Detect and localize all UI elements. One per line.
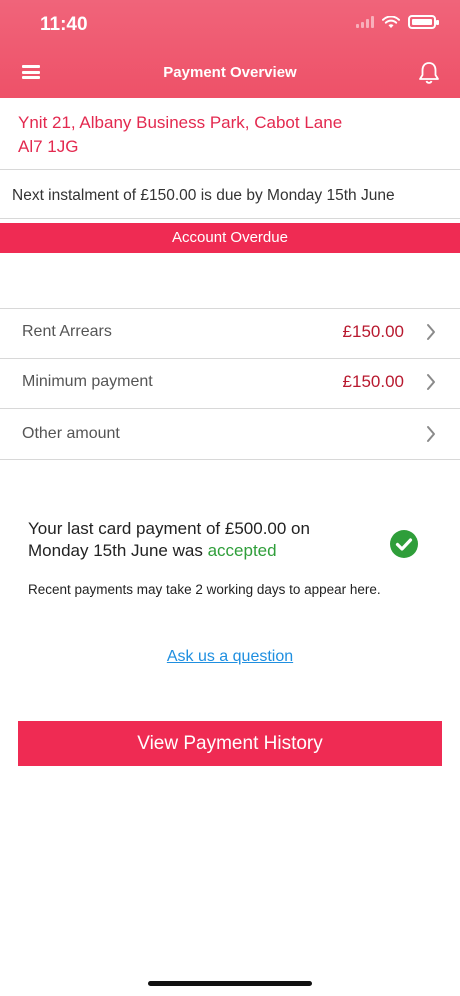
home-indicator[interactable] [148,981,312,986]
option-amount: £150.00 [342,372,404,391]
divider [0,218,460,219]
status-time: 11:40 [40,14,88,35]
signal-icon [356,16,374,28]
option-label: Other amount [22,425,120,442]
account-overdue-banner: Account Overdue [0,223,460,253]
bell-icon[interactable] [418,61,440,85]
divider [0,169,460,170]
ask-question-link[interactable]: Ask us a question [0,648,460,666]
address-line-2: Al7 1JG [18,137,79,156]
next-instalment-text: Next instalment of £150.00 is due by Mon… [12,187,395,204]
page-title: Payment Overview [163,64,297,81]
option-rent-arrears[interactable]: Rent Arrears £150.00 [0,308,460,358]
option-other-amount[interactable]: Other amount [0,408,460,459]
view-payment-history-button[interactable]: View Payment History [18,721,442,766]
chevron-right-icon [427,374,435,390]
option-amount: £150.00 [342,322,404,341]
option-label: Rent Arrears [22,323,112,340]
app-header: 11:40 Payment Overview [0,0,460,98]
last-payment-message: Your last card payment of £500.00 on Mon… [28,518,358,562]
payment-status: accepted [207,541,277,560]
status-icons [356,15,439,29]
wifi-icon [382,15,400,28]
option-label: Minimum payment [22,373,153,390]
chevron-right-icon [427,426,435,442]
battery-icon [408,15,439,29]
payment-delay-note: Recent payments may take 2 working days … [28,582,381,597]
divider [0,459,460,460]
chevron-right-icon [427,324,435,340]
option-minimum-payment[interactable]: Minimum payment £150.00 [0,358,460,408]
property-address: Ynit 21, Albany Business Park, Cabot Lan… [18,111,342,159]
check-circle-icon [390,530,418,558]
address-line-1: Ynit 21, Albany Business Park, Cabot Lan… [18,113,343,132]
